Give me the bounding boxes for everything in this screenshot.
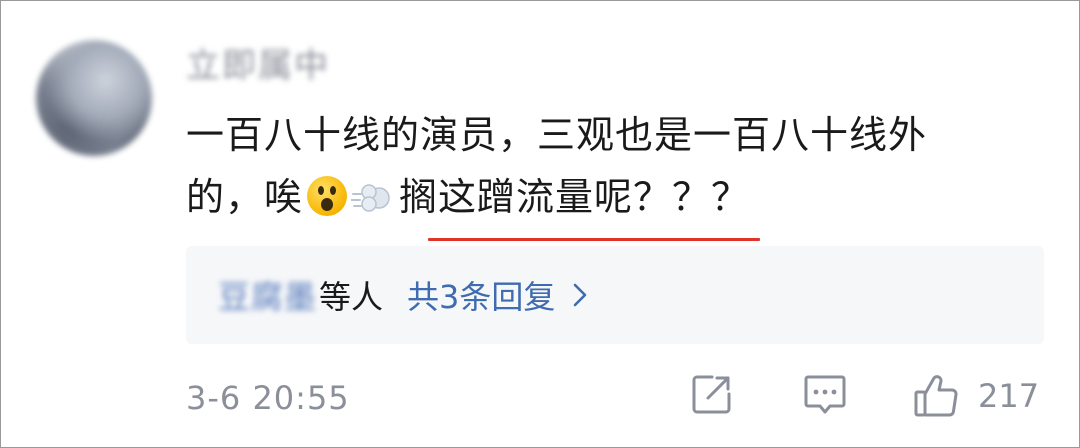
thumbs-up-icon <box>914 375 958 417</box>
comment-text: 一百八十线的演员，三观也是一百八十线外 的，唉 搁这蹭流量呢？？？ <box>186 104 1056 228</box>
timestamp: 3-6 20:55 <box>186 379 350 417</box>
view-replies-label: 共3条回复 <box>407 278 556 316</box>
highlight-underline <box>428 238 760 241</box>
astonished-face-icon <box>307 176 348 216</box>
reply-others-label: 等人 <box>319 278 384 316</box>
comment-icon <box>804 375 846 414</box>
like-count: 217 <box>978 377 1040 415</box>
comment-line-2-end: 搁这蹭流量呢？？？ <box>399 175 751 219</box>
view-replies-link[interactable]: 共3条回复 <box>407 272 591 318</box>
dash-puff-icon <box>351 184 390 212</box>
chevron-right-icon <box>574 283 587 307</box>
replies-preview[interactable]: 豆腐墨 等人 共3条回复 <box>186 246 1044 344</box>
username[interactable]: 立即属中 <box>186 44 330 88</box>
share-button[interactable] <box>690 372 734 416</box>
share-icon <box>692 375 731 414</box>
like-button[interactable]: 217 <box>912 372 1039 420</box>
comment-line-1: 一百八十线的演员，三观也是一百八十线外 <box>186 113 928 157</box>
reply-button[interactable] <box>802 372 848 418</box>
avatar[interactable] <box>36 40 152 156</box>
comment-line-2: 的，唉 搁这蹭流量呢？？？ <box>186 166 1056 228</box>
comment-line-2-start: 的，唉 <box>186 175 304 219</box>
reply-usernames[interactable]: 豆腐墨 <box>218 272 317 318</box>
